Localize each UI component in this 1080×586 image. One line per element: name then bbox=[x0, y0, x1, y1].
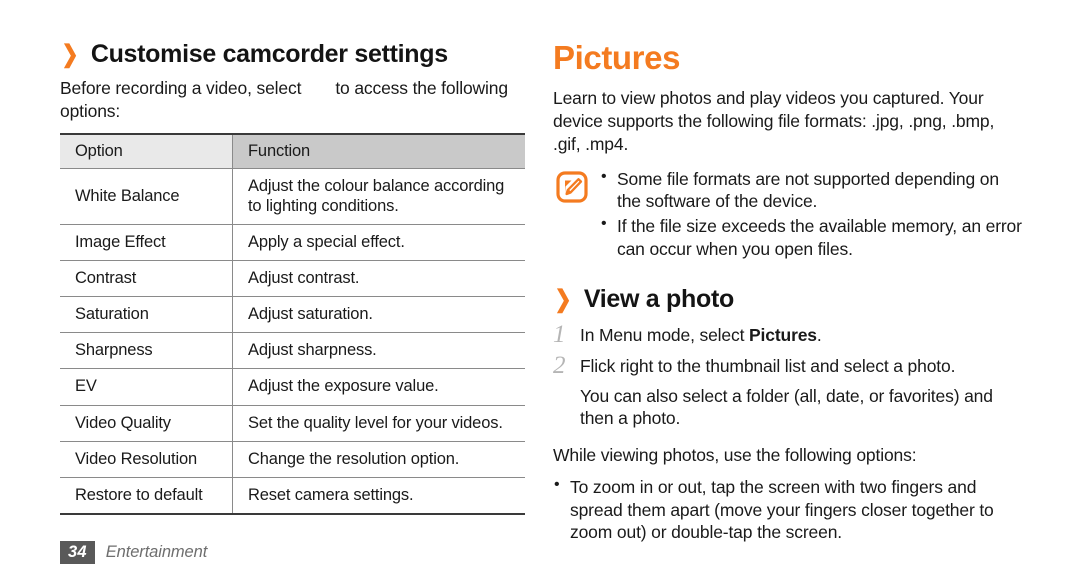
option-name: Sharpness bbox=[60, 332, 233, 370]
note-bullet-item: Some file formats are not supported depe… bbox=[600, 167, 1023, 214]
viewing-option-item: To zoom in or out, tap the screen with t… bbox=[553, 475, 1023, 544]
pictures-intro-paragraph: Learn to view photos and play videos you… bbox=[553, 88, 995, 154]
step-item: 2 Flick right to the thumbnail list and … bbox=[553, 353, 1023, 379]
option-function: Adjust saturation. bbox=[232, 296, 525, 334]
option-name: Restore to default bbox=[60, 477, 233, 515]
step-number: 1 bbox=[553, 320, 566, 348]
option-function: Adjust the colour balance according to l… bbox=[232, 168, 525, 225]
step-item: 1 In Menu mode, select Pictures. bbox=[553, 322, 1023, 348]
chevron-right-icon: ❯ bbox=[554, 285, 572, 313]
table-header-row: Option Function bbox=[60, 132, 525, 169]
option-name: Contrast bbox=[60, 260, 233, 298]
note-bullet-item: If the file size exceeds the available m… bbox=[600, 214, 1023, 261]
viewing-options-intro: While viewing photos, use the following … bbox=[553, 445, 917, 466]
column-header-option: Option bbox=[60, 132, 233, 169]
view-a-photo-heading: ❯ View a photo bbox=[553, 285, 1023, 313]
option-function: Adjust the exposure value. bbox=[232, 368, 525, 406]
note-box: Some file formats are not supported depe… bbox=[553, 167, 1023, 263]
page-number: 34 bbox=[60, 540, 95, 564]
note-bullet-list: Some file formats are not supported depe… bbox=[600, 167, 1023, 261]
table-header: Option Function bbox=[60, 132, 525, 169]
option-function: Adjust sharpness. bbox=[232, 332, 525, 370]
table-row: EV Adjust the exposure value. bbox=[60, 368, 525, 406]
option-function: Reset camera settings. bbox=[232, 477, 525, 515]
left-intro-before: Before recording a video, select bbox=[60, 78, 302, 98]
note-pen-icon bbox=[556, 170, 588, 203]
chevron-right-icon: ❯ bbox=[61, 41, 79, 68]
section-name: Entertainment bbox=[105, 542, 208, 561]
table-row: Saturation Adjust saturation. bbox=[60, 296, 525, 334]
right-column: Pictures Learn to view photos and play v… bbox=[553, 39, 1023, 544]
option-function: Adjust contrast. bbox=[232, 260, 525, 298]
option-function: Change the resolution option. bbox=[232, 441, 525, 478]
table-row: Video Quality Set the quality level for … bbox=[60, 405, 525, 442]
step-sub-paragraph: You can also select a folder (all, date,… bbox=[580, 385, 993, 429]
step-number: 2 bbox=[553, 352, 566, 380]
option-function: Apply a special effect. bbox=[232, 224, 525, 262]
left-section-heading: ❯ Customise camcorder settings bbox=[60, 40, 530, 68]
left-section-heading-text: Customise camcorder settings bbox=[90, 40, 448, 68]
option-name: EV bbox=[60, 368, 233, 406]
page-footer: 34 Entertainment bbox=[60, 540, 208, 564]
page-title: Pictures bbox=[553, 39, 681, 76]
table-row: Restore to default Reset camera settings… bbox=[60, 477, 525, 515]
left-column: ❯ Customise camcorder settings Before re… bbox=[60, 40, 530, 515]
manual-page: ❯ Customise camcorder settings Before re… bbox=[0, 0, 1080, 586]
step-text-bold: Pictures bbox=[749, 324, 817, 345]
table-body: White Balance Adjust the colour balance … bbox=[60, 168, 525, 515]
option-name: Video Quality bbox=[60, 405, 233, 442]
viewing-options-bullet-list: To zoom in or out, tap the screen with t… bbox=[553, 475, 1023, 544]
table-row: Video Resolution Change the resolution o… bbox=[60, 441, 525, 478]
step-text: In Menu mode, select Pictures. bbox=[580, 322, 1023, 347]
option-function: Set the quality level for your videos. bbox=[232, 405, 525, 442]
step-text-after: . bbox=[816, 324, 822, 345]
column-header-function: Function bbox=[232, 132, 525, 169]
table-row: White Balance Adjust the colour balance … bbox=[60, 168, 525, 225]
table-row: Image Effect Apply a special effect. bbox=[60, 224, 525, 262]
option-name: Image Effect bbox=[60, 224, 233, 262]
step-text: Flick right to the thumbnail list and se… bbox=[580, 356, 956, 377]
table-row: Sharpness Adjust sharpness. bbox=[60, 332, 525, 370]
left-intro-paragraph: Before recording a video, select to acces… bbox=[60, 77, 530, 123]
camcorder-options-table: Option Function White Balance Adjust the… bbox=[60, 132, 525, 515]
table-row: Contrast Adjust contrast. bbox=[60, 260, 525, 298]
option-name: White Balance bbox=[60, 168, 233, 225]
view-a-photo-heading-text: View a photo bbox=[583, 284, 734, 313]
step-text-before: In Menu mode, select bbox=[580, 324, 750, 345]
option-name: Video Resolution bbox=[60, 441, 233, 478]
view-photo-steps: 1 In Menu mode, select Pictures. 2 Flick… bbox=[553, 322, 1023, 431]
note-body: Some file formats are not supported depe… bbox=[600, 167, 1023, 263]
option-name: Saturation bbox=[60, 296, 233, 334]
